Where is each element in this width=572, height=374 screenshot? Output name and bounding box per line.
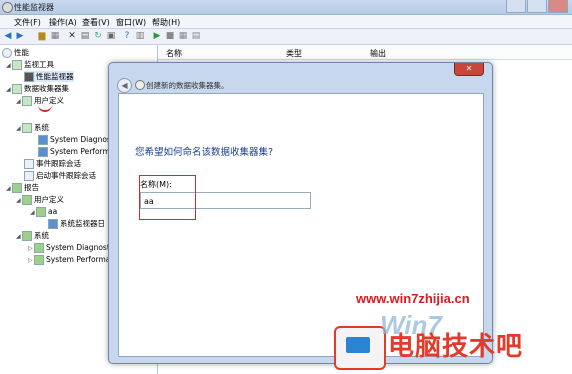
highlight-box: [139, 175, 196, 220]
computer-logo-icon: [334, 326, 386, 370]
wizard-icon: [135, 80, 145, 90]
menu-help[interactable]: 帮助(H): [152, 17, 180, 28]
menu-bar: 文件(F) 操作(A) 查看(V) 窗口(W) 帮助(H): [0, 15, 572, 29]
tree-perf-monitor[interactable]: 性能监视器: [24, 71, 74, 82]
list-header: 名称 类型 输出: [158, 45, 572, 60]
tree-report-sys-diag[interactable]: ▷ System Diagnost: [28, 242, 110, 253]
start-icon[interactable]: ▶: [152, 31, 162, 41]
tree-report-system[interactable]: ◢ 系统: [16, 230, 49, 241]
close-window-button[interactable]: [548, 0, 568, 13]
tree-event-trace[interactable]: 事件跟踪会话: [24, 158, 81, 169]
chart-icon: [24, 72, 34, 82]
report-folder-icon: [22, 195, 32, 205]
help-icon[interactable]: ?: [122, 31, 132, 41]
maximize-button[interactable]: [527, 0, 547, 13]
red-scribble-mark: [38, 105, 52, 112]
tree-report-sys-perf[interactable]: ▷ System Performa: [28, 254, 110, 265]
reports-icon: [12, 183, 22, 193]
tree-sys-diag[interactable]: System Diagnost: [38, 134, 114, 145]
window-controls: [505, 0, 568, 13]
collector-sets-icon: [12, 84, 22, 94]
dialog-header-text: 创建新的数据收集器集。: [146, 81, 229, 90]
view-icon[interactable]: ▥: [135, 31, 145, 41]
system-icon: [22, 123, 32, 133]
report-page-icon: [48, 219, 58, 229]
report-icon: [36, 207, 46, 217]
tree-report-aa-child[interactable]: 系统监视器日: [48, 218, 105, 229]
menu-action[interactable]: 操作(A): [49, 17, 77, 28]
watermark-brand: 电脑技术吧: [388, 332, 524, 362]
menu-view[interactable]: 查看(V): [82, 17, 110, 28]
tree-system[interactable]: ◢ 系统: [16, 122, 49, 133]
report-folder-icon: [22, 231, 32, 241]
export-icon[interactable]: ▣: [106, 31, 116, 41]
properties-icon[interactable]: ▤: [80, 31, 90, 41]
column-type[interactable]: 类型: [286, 48, 302, 59]
column-name[interactable]: 名称: [166, 48, 182, 59]
tree-monitor-tools[interactable]: ◢ 监视工具: [6, 59, 54, 70]
collector-icon: [38, 135, 48, 145]
window-title: 性能监视器: [14, 3, 54, 12]
column-output[interactable]: 输出: [370, 48, 386, 59]
minimize-button[interactable]: [506, 0, 526, 13]
user-defined-icon: [22, 96, 32, 106]
forward-arrow-icon[interactable]: ▶: [15, 31, 25, 41]
tree-data-collector-sets[interactable]: ◢ 数据收集器集: [6, 83, 69, 94]
title-bar: 性能监视器: [0, 0, 572, 15]
refresh-icon[interactable]: ↻: [93, 31, 103, 41]
dialog-close-button[interactable]: ✕: [454, 63, 484, 76]
delete-icon[interactable]: ✕: [67, 31, 77, 41]
tree-reports[interactable]: ◢ 报告: [6, 182, 39, 193]
toolbar: ◀ ▶ ▆ ▦ ✕ ▤ ↻ ▣ ? ▥ ▶ ■ ▦ ▤: [0, 29, 572, 45]
tree-root[interactable]: 性能: [2, 47, 29, 58]
report-icon: [34, 255, 44, 265]
tree-startup-trace[interactable]: 启动事件跟踪会话: [24, 170, 96, 181]
menu-file[interactable]: 文件(F): [14, 17, 41, 28]
folder-icon[interactable]: ▆: [37, 31, 47, 41]
back-arrow-icon[interactable]: ◀: [3, 31, 13, 41]
trace-icon: [24, 171, 34, 181]
panel-icon[interactable]: ▦: [50, 31, 60, 41]
back-arrow-icon[interactable]: ◀: [117, 78, 132, 93]
report-icon[interactable]: ▤: [191, 31, 201, 41]
tree-report-aa[interactable]: ◢ aa: [30, 206, 57, 217]
watermark-url: www.win7zhijia.cn: [356, 291, 470, 306]
performance-icon: [2, 48, 12, 58]
tree-sys-perf[interactable]: System Performan: [38, 146, 119, 157]
trace-icon: [24, 159, 34, 169]
app-icon: [2, 2, 13, 13]
collector-icon: [38, 147, 48, 157]
stop-icon[interactable]: ■: [165, 31, 175, 41]
tree-report-user-defined[interactable]: ◢ 用户定义: [16, 194, 64, 205]
menu-window[interactable]: 窗口(W): [116, 17, 146, 28]
dialog-question: 您希望如何命名该数据收集器集?: [135, 147, 274, 158]
report-icon: [34, 243, 44, 253]
dialog-header: ◀ 创建新的数据收集器集。: [113, 77, 483, 93]
monitor-tools-icon: [12, 60, 22, 70]
schedule-icon[interactable]: ▦: [178, 31, 188, 41]
